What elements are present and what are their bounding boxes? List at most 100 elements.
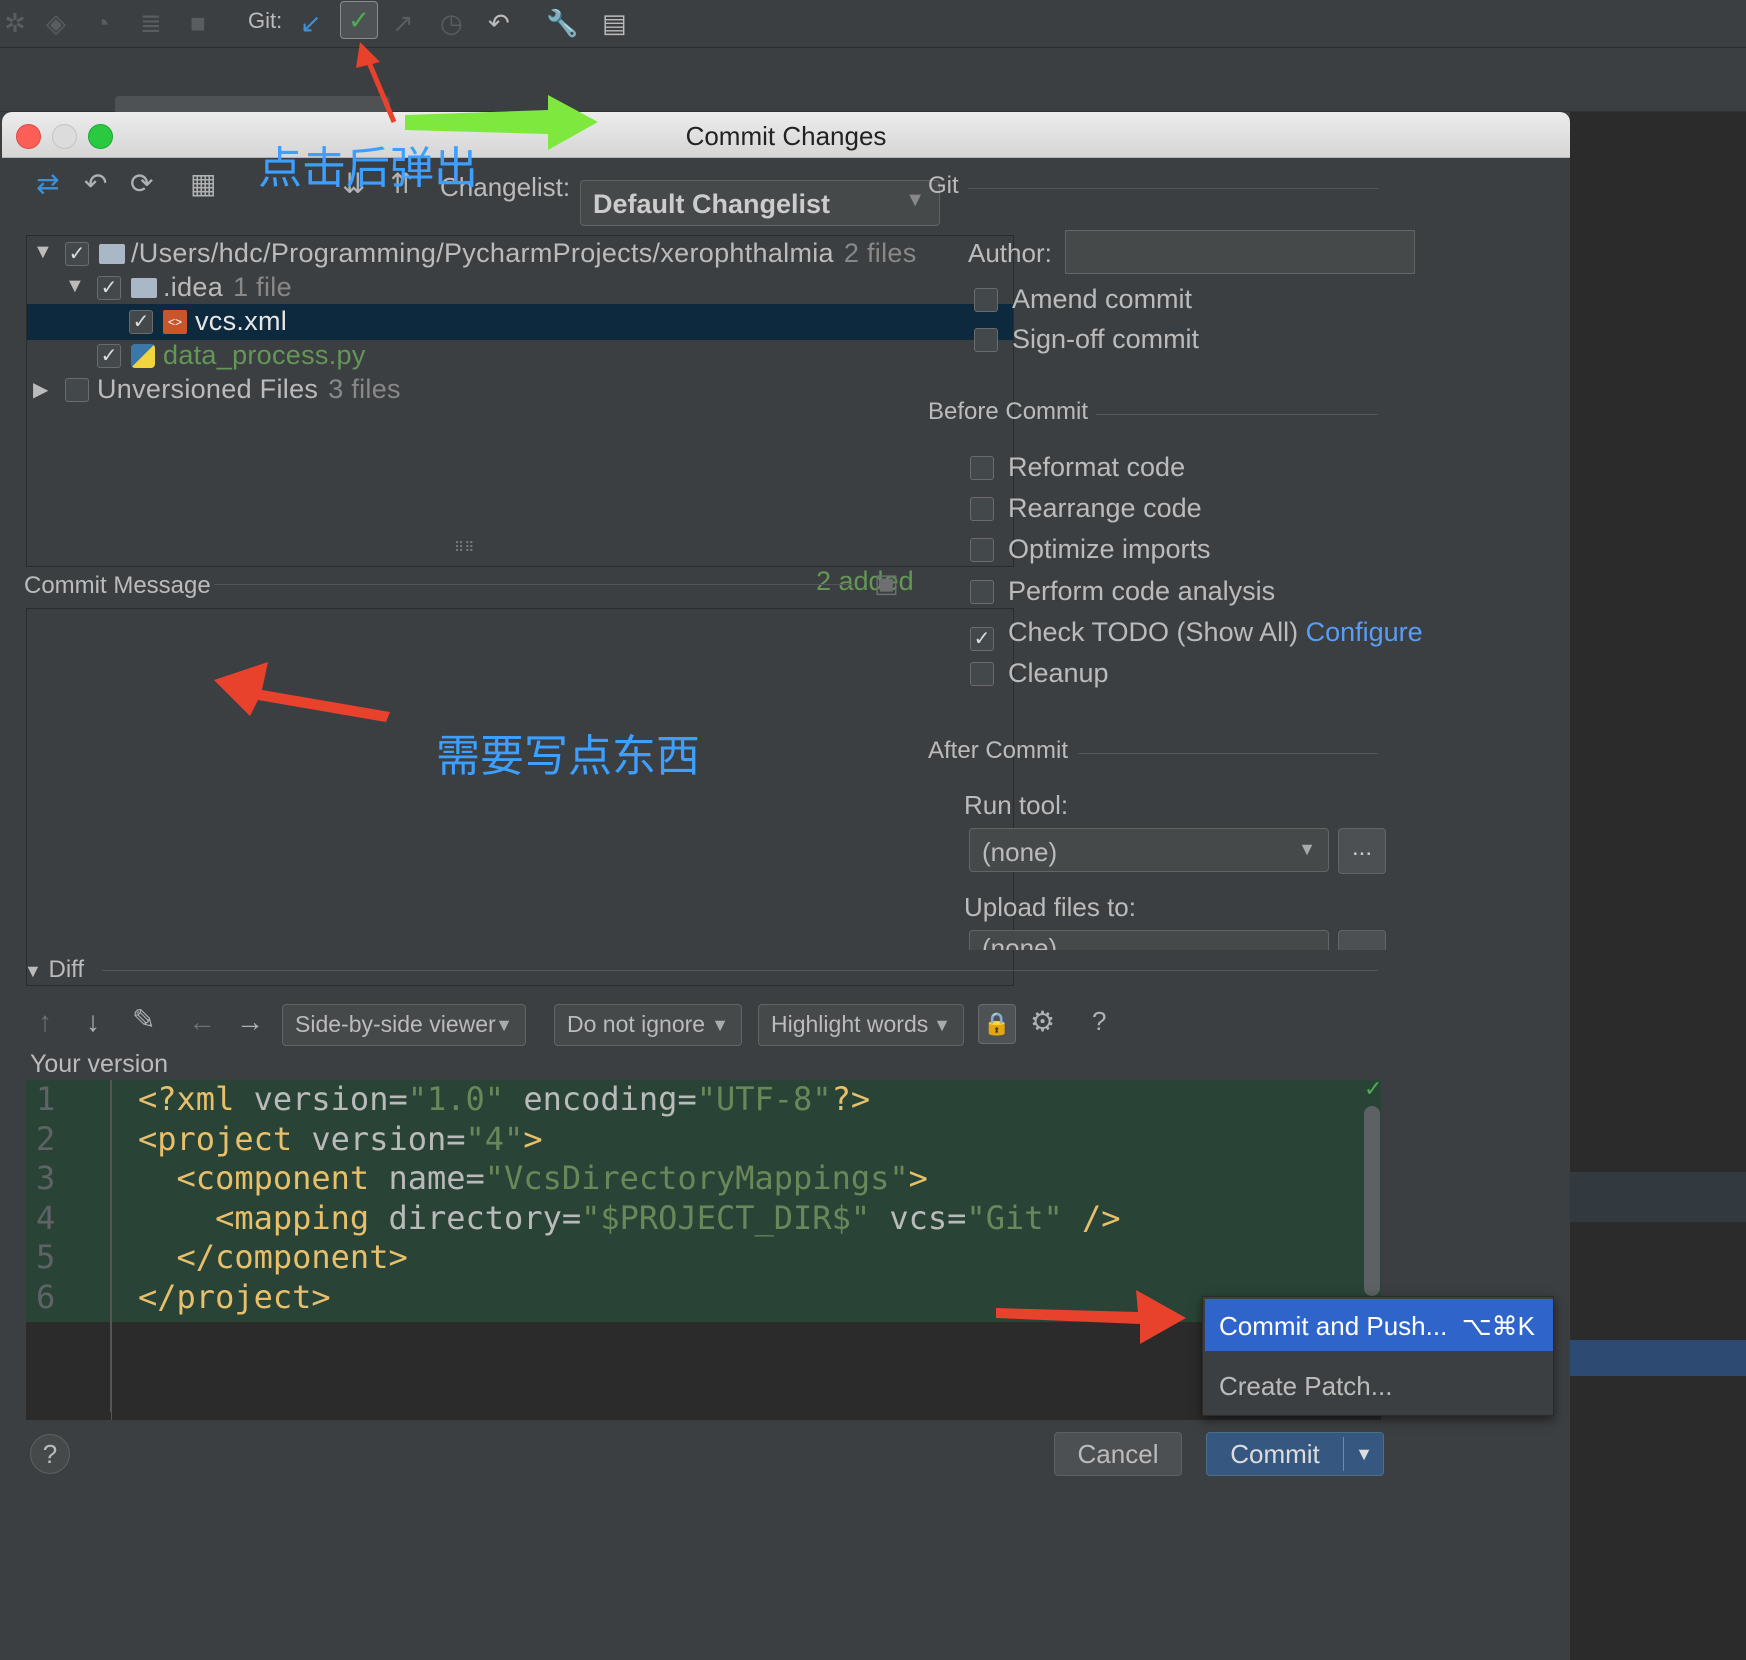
show-diff-icon[interactable]: ⇄ xyxy=(36,170,59,198)
optimize-imports-option[interactable]: Optimize imports xyxy=(970,534,1211,565)
refresh-icon[interactable]: ⟳ xyxy=(130,170,153,198)
git-push-icon[interactable]: ↗ xyxy=(392,8,414,39)
stop-icon[interactable]: ■ xyxy=(190,8,206,39)
dropdown-value: (none) xyxy=(982,837,1058,867)
highlight-policy-dropdown[interactable]: Highlight words ▼ xyxy=(758,1004,964,1046)
xml-file-icon: <> xyxy=(163,310,187,334)
annotation-write-note: 需要写点东西 xyxy=(436,731,700,782)
check-todo-option[interactable]: ✓ Check TODO (Show All) Configure xyxy=(970,617,1423,651)
tree-item-label: .idea xyxy=(163,272,224,302)
menu-item-label: Commit and Push... xyxy=(1219,1311,1448,1341)
code-line: <?xml version="1.0" encoding="UTF-8"?> xyxy=(138,1080,871,1118)
checkbox[interactable] xyxy=(970,497,994,521)
changes-tree[interactable]: ▼ ✓ /Users/hdc/Programming/PycharmProjec… xyxy=(26,235,1014,567)
checkbox[interactable]: ✓ xyxy=(129,310,153,334)
code-line: </component> xyxy=(176,1238,408,1276)
collapsed-triangle-icon[interactable]: ▶ xyxy=(33,377,48,402)
tree-row-vcs-xml[interactable]: ✓ <> vcs.xml xyxy=(27,304,1013,340)
tree-row-data-process[interactable]: ✓ data_process.py xyxy=(27,338,1013,374)
next-file-icon[interactable]: → xyxy=(236,1008,264,1036)
tree-row-project[interactable]: ▼ ✓ /Users/hdc/Programming/PycharmProjec… xyxy=(27,236,1013,272)
reformat-code-option[interactable]: Reformat code xyxy=(970,452,1185,483)
author-input[interactable] xyxy=(1065,230,1415,274)
upload-more-button[interactable] xyxy=(1338,930,1386,950)
checkbox[interactable] xyxy=(974,288,998,312)
menu-item-create-patch[interactable]: Create Patch... xyxy=(1205,1359,1553,1411)
changelist-dropdown[interactable]: Default Changelist ▼ xyxy=(580,180,940,226)
run-tool-more-button[interactable]: ... xyxy=(1338,828,1386,874)
checkbox[interactable]: ✓ xyxy=(65,242,89,266)
option-label: Optimize imports xyxy=(1008,534,1211,564)
splitter-handle[interactable]: ⠿⠿ xyxy=(454,540,475,554)
profile-icon[interactable]: ◔ xyxy=(94,8,110,39)
commit-message-input[interactable] xyxy=(26,608,1014,986)
commit-message-label: Commit Message xyxy=(24,572,211,599)
lock-icon[interactable]: 🔒 xyxy=(978,1004,1016,1044)
run-config-icon[interactable]: ≣ xyxy=(140,8,162,39)
signoff-commit-option[interactable]: Sign-off commit xyxy=(974,324,1199,355)
git-update-icon[interactable]: ↙ xyxy=(300,8,322,39)
structure-icon[interactable]: ▤ xyxy=(602,8,627,39)
tree-row-unversioned[interactable]: ▶ Unversioned Files 3 files xyxy=(27,372,1013,408)
commit-button[interactable]: Commit ▼ xyxy=(1206,1432,1384,1476)
group-by-icon[interactable]: ▦ xyxy=(190,170,216,198)
code-line: <mapping directory="$PROJECT_DIR$" vcs="… xyxy=(215,1199,1121,1237)
wrench-icon[interactable]: 🔧 xyxy=(546,8,578,39)
help-button[interactable]: ? xyxy=(30,1434,70,1474)
tree-row-idea[interactable]: ▼ ✓ .idea 1 file xyxy=(27,270,1013,306)
checkbox[interactable]: ✓ xyxy=(97,344,121,368)
added-count: 2 added xyxy=(816,566,914,596)
checkbox[interactable] xyxy=(970,580,994,604)
amend-commit-option[interactable]: Amend commit xyxy=(974,284,1192,315)
line-number: 2 xyxy=(36,1120,56,1158)
checkbox[interactable] xyxy=(65,378,89,402)
checkbox[interactable]: ✓ xyxy=(97,276,121,300)
checkbox[interactable] xyxy=(974,328,998,352)
help-icon[interactable]: ? xyxy=(1092,1008,1106,1034)
checkbox[interactable] xyxy=(970,662,994,686)
annotation-popup-note: 点击后弹出 xyxy=(258,143,478,194)
diff-toggle[interactable]: ▼ Diff xyxy=(24,956,84,984)
line-number: 4 xyxy=(36,1199,56,1237)
changelist-value: Default Changelist xyxy=(593,189,831,219)
rollback-icon[interactable]: ↶ xyxy=(488,8,510,39)
prev-file-icon[interactable]: ← xyxy=(188,1008,216,1036)
coverage-icon[interactable]: ◈ xyxy=(46,8,66,39)
tree-item-label: /Users/hdc/Programming/PycharmProjects/x… xyxy=(131,238,834,268)
chevron-down-icon[interactable]: ▼ xyxy=(1345,1433,1383,1475)
prev-difference-icon[interactable]: ↑ xyxy=(38,1008,52,1036)
chevron-down-icon: ▼ xyxy=(495,1015,513,1035)
editor-scrollbar[interactable] xyxy=(1364,1106,1380,1296)
commit-options-menu: Commit and Push... ⌥⌘K Create Patch... xyxy=(1202,1296,1554,1416)
divider xyxy=(968,188,1378,189)
edit-source-icon[interactable]: ✎ xyxy=(132,1006,155,1034)
run-tool-dropdown[interactable]: (none) ▼ xyxy=(969,828,1329,872)
rearrange-code-option[interactable]: Rearrange code xyxy=(970,493,1202,524)
rollback-icon[interactable]: ↶ xyxy=(84,170,107,198)
checkbox[interactable]: ✓ xyxy=(970,627,994,651)
git-commit-icon[interactable]: ✓ xyxy=(340,1,378,39)
cleanup-option[interactable]: Cleanup xyxy=(970,658,1109,689)
expand-triangle-icon[interactable]: ▼ xyxy=(65,275,85,298)
configure-link[interactable]: Configure xyxy=(1306,617,1423,647)
tree-item-count: 3 files xyxy=(328,374,401,404)
checkbox[interactable] xyxy=(970,538,994,562)
chevron-down-icon: ▼ xyxy=(905,189,925,211)
expand-triangle-icon[interactable]: ▼ xyxy=(33,241,53,264)
code-analysis-option[interactable]: Perform code analysis xyxy=(970,576,1275,607)
option-label: Reformat code xyxy=(1008,452,1186,482)
next-difference-icon[interactable]: ↓ xyxy=(86,1008,100,1036)
upload-files-dropdown[interactable]: (none) xyxy=(969,930,1329,950)
menu-item-commit-and-push[interactable]: Commit and Push... ⌥⌘K xyxy=(1205,1299,1553,1351)
tree-item-label: Unversioned Files xyxy=(97,374,319,404)
viewer-mode-dropdown[interactable]: Side-by-side viewer ▼ xyxy=(282,1004,526,1046)
checkbox[interactable] xyxy=(970,456,994,480)
ignore-policy-dropdown[interactable]: Do not ignore ▼ xyxy=(554,1004,742,1046)
cancel-button[interactable]: Cancel xyxy=(1054,1432,1182,1476)
commit-changes-dialog: Commit Changes ⇄ ↶ ⟳ ▦ ⇊ ⇈ Changelist: D… xyxy=(2,112,1570,1660)
history-icon[interactable]: ◷ xyxy=(440,8,463,39)
gear-icon[interactable]: ⚙ xyxy=(1030,1008,1055,1036)
message-history-icon[interactable]: ▣ xyxy=(874,570,899,596)
upload-files-label: Upload files to: xyxy=(964,892,1136,922)
debug-icon[interactable]: ✲ xyxy=(4,8,26,39)
